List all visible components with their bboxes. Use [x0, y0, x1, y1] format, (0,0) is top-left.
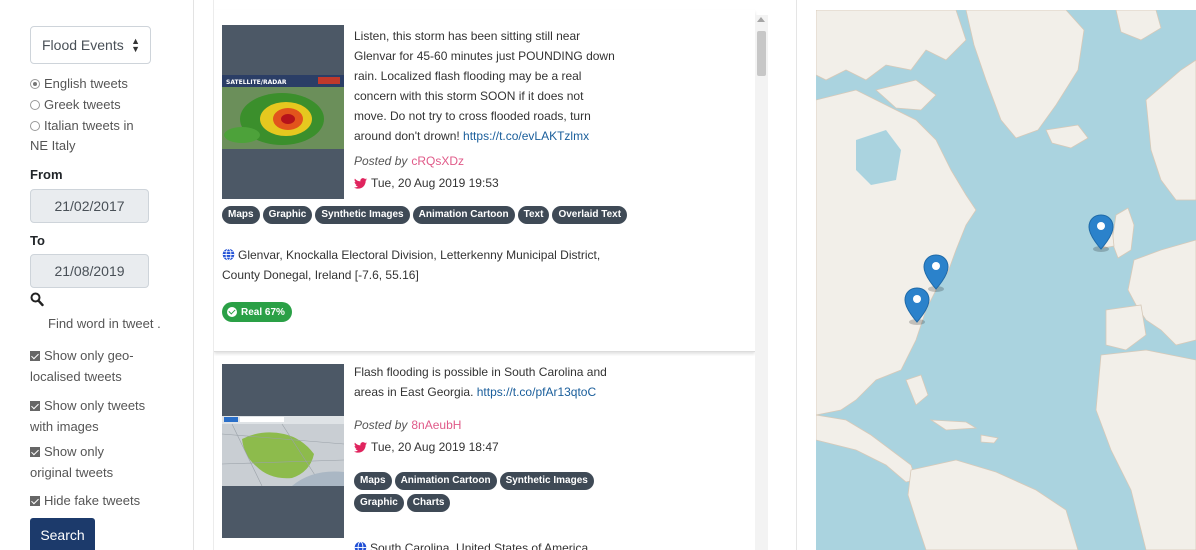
- posted-by-label: Posted by: [354, 418, 408, 432]
- tweet-date-text: Tue, 20 Aug 2019 19:53: [371, 176, 499, 190]
- tag-list: Maps Graphic Synthetic Images Animation …: [222, 206, 642, 224]
- tag[interactable]: Text: [517, 206, 550, 224]
- checkbox-checked-icon: [30, 447, 40, 457]
- from-date-input[interactable]: 21/02/2017: [30, 189, 149, 223]
- language-english-label: English tweets: [44, 76, 128, 91]
- username-link[interactable]: cRQsXDz: [411, 154, 464, 168]
- tweet-card: SATELLITE/RADAR Listen, this storm has b…: [214, 10, 755, 352]
- tweet-line: concern with this storm SOON if it does …: [354, 89, 584, 103]
- checkbox-checked-icon: [30, 401, 40, 411]
- tag[interactable]: Graphic: [262, 206, 313, 224]
- globe-icon: [222, 248, 235, 261]
- check-circle-icon: [227, 307, 237, 317]
- tweet-line: around don't drown!: [354, 129, 460, 143]
- tag-list: Maps Animation Cartoon Synthetic Images …: [354, 472, 614, 512]
- language-greek-radio[interactable]: Greek tweets: [30, 95, 170, 115]
- tweet-line: rain. Localized flash flooding may be a …: [354, 69, 582, 83]
- tag[interactable]: Graphic: [354, 494, 404, 512]
- globe-icon: [354, 541, 367, 550]
- feed-scrollbar[interactable]: [755, 15, 768, 550]
- checkbox-label: Hide fake tweets: [44, 493, 141, 508]
- tag[interactable]: Synthetic Images: [315, 206, 410, 224]
- language-greek-label: Greek tweets: [44, 97, 121, 112]
- flood-map-thumbnail-image: [222, 416, 344, 487]
- with-images-checkbox[interactable]: Show only tweets with images: [30, 395, 160, 437]
- language-italian-label: Italian tweets in: [44, 118, 134, 133]
- from-label: From: [30, 167, 63, 182]
- find-word-input[interactable]: Find word in tweet .: [48, 316, 161, 331]
- tweet-image[interactable]: SATELLITE/RADAR: [222, 25, 344, 199]
- radio-icon: [30, 100, 40, 110]
- language-english-radio[interactable]: English tweets: [30, 74, 170, 94]
- tweet-line: Listen, this storm has been sitting stil…: [354, 29, 581, 43]
- search-icon[interactable]: [30, 292, 44, 308]
- scroll-thumb[interactable]: [757, 31, 766, 76]
- posted-by: Posted by 8nAeubH: [354, 418, 461, 432]
- tweet-location: South Carolina, United States of America: [354, 538, 764, 550]
- real-badge-text: Real 67%: [241, 306, 285, 318]
- tag[interactable]: Synthetic Images: [499, 472, 594, 490]
- location-line: Glenvar, Knockalla Electoral Division, L…: [238, 248, 601, 262]
- tag[interactable]: Charts: [406, 494, 451, 512]
- radio-selected-icon: [30, 79, 40, 89]
- tweet-line: move. Do not try to cross flooded roads,…: [354, 109, 591, 123]
- checkbox-checked-icon: [30, 351, 40, 361]
- tag[interactable]: Maps: [354, 472, 392, 490]
- language-italian-label-2: NE Italy: [30, 138, 76, 153]
- checkbox-label: original tweets: [30, 465, 114, 480]
- checkbox-label: Show only: [44, 444, 104, 459]
- map-divider: [796, 0, 797, 550]
- tweet-link[interactable]: https://t.co/pfAr13qtoC: [477, 385, 596, 399]
- twitter-bird-icon: [354, 177, 367, 189]
- language-italian-radio[interactable]: Italian tweets in NE Italy: [30, 116, 170, 156]
- tag[interactable]: Overlaid Text: [552, 206, 628, 224]
- tag[interactable]: Animation Cartoon: [394, 472, 497, 490]
- event-type-value: Flood Events: [42, 37, 124, 53]
- hide-fake-checkbox[interactable]: Hide fake tweets: [30, 490, 160, 511]
- to-date-input[interactable]: 21/08/2019: [30, 254, 149, 288]
- select-caret-icon: ▲ ▼: [131, 36, 140, 54]
- real-badge: Real 67%: [222, 302, 292, 322]
- tweet-date-text: Tue, 20 Aug 2019 18:47: [371, 440, 499, 454]
- checkbox-checked-icon: [30, 496, 40, 506]
- tweet-text: Flash flooding is possible in South Caro…: [354, 362, 634, 402]
- location-line: South Carolina, United States of America: [370, 541, 589, 550]
- username-link[interactable]: 8nAeubH: [411, 418, 461, 432]
- checkbox-label: localised tweets: [30, 369, 122, 384]
- world-map[interactable]: [816, 10, 1196, 550]
- map-tiles: [816, 10, 1196, 550]
- checkbox-label: Show only geo-: [44, 348, 134, 363]
- posted-by-label: Posted by: [354, 154, 408, 168]
- checkbox-label: Show only tweets: [44, 398, 146, 413]
- radar-thumbnail-image: SATELLITE/RADAR: [222, 75, 344, 149]
- filter-sidebar: Flood Events ▲ ▼ English tweets Greek twe…: [0, 0, 194, 550]
- tweet-date: Tue, 20 Aug 2019 19:53: [354, 176, 499, 190]
- tweet-date: Tue, 20 Aug 2019 18:47: [354, 440, 499, 454]
- search-button[interactable]: Search: [30, 518, 95, 550]
- scroll-up-arrow-icon[interactable]: [757, 17, 765, 22]
- geo-localised-checkbox[interactable]: Show only geo- localised tweets: [30, 345, 160, 387]
- tweet-location: Glenvar, Knockalla Electoral Division, L…: [222, 245, 632, 285]
- event-type-select[interactable]: Flood Events ▲ ▼: [30, 26, 151, 64]
- tweet-text: Listen, this storm has been sitting stil…: [354, 26, 634, 146]
- tweet-link[interactable]: https://t.co/evLAKTzlmx: [463, 129, 589, 143]
- thumb-caption: SATELLITE/RADAR: [226, 79, 287, 86]
- tweet-image[interactable]: [222, 364, 344, 538]
- posted-by: Posted by cRQsXDz: [354, 154, 464, 168]
- original-tweets-checkbox[interactable]: Show only original tweets: [30, 441, 160, 483]
- tweet-line: areas in East Georgia.: [354, 385, 474, 399]
- tweet-line: Flash flooding is possible in South Caro…: [354, 365, 607, 379]
- twitter-bird-icon: [354, 441, 367, 453]
- tweet-card: Flash flooding is possible in South Caro…: [214, 356, 755, 550]
- location-line: County Donegal, Ireland [-7.6, 55.16]: [222, 268, 419, 282]
- radio-icon: [30, 121, 40, 131]
- tweet-line: Glenvar for 45-60 minutes just POUNDING …: [354, 49, 615, 63]
- tag[interactable]: Animation Cartoon: [412, 206, 515, 224]
- tweet-feed[interactable]: SATELLITE/RADAR Listen, this storm has b…: [213, 0, 770, 550]
- to-label: To: [30, 233, 45, 248]
- tag[interactable]: Maps: [222, 206, 260, 224]
- checkbox-label: with images: [30, 419, 99, 434]
